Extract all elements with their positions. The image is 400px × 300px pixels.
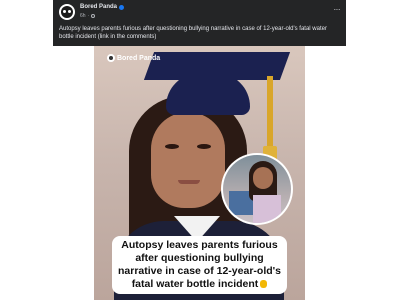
inset-shirt bbox=[253, 195, 281, 223]
post-meta: 6h · bbox=[80, 13, 96, 19]
bored-panda-logo-icon bbox=[107, 54, 115, 62]
watermark-text: Bored Panda bbox=[117, 54, 161, 62]
mouth bbox=[178, 180, 200, 184]
inset-photo bbox=[221, 153, 293, 225]
post-header: Bored Panda 6h · ··· Autopsy leaves pare… bbox=[53, 0, 346, 46]
inset-face bbox=[253, 167, 273, 189]
headline-text: Autopsy leaves parents furious after que… bbox=[118, 239, 281, 290]
page-name-link[interactable]: Bored Panda bbox=[80, 4, 117, 10]
globe-icon bbox=[91, 14, 96, 18]
panda-logo-icon bbox=[61, 6, 73, 18]
left-eye bbox=[165, 144, 179, 149]
inset-photo-content bbox=[223, 155, 291, 223]
more-options-icon[interactable]: ··· bbox=[334, 5, 341, 14]
post-image[interactable]: Bored Panda Autopsy leaves parents furio… bbox=[94, 46, 305, 300]
watermark: Bored Panda bbox=[107, 54, 160, 62]
page-name-row: Bored Panda bbox=[80, 4, 125, 10]
right-eye bbox=[197, 144, 211, 149]
portrait-face bbox=[151, 112, 225, 208]
post-time[interactable]: 6h bbox=[80, 13, 86, 19]
post-caption: Autopsy leaves parents furious after que… bbox=[59, 26, 327, 40]
headline-card: Autopsy leaves parents furious after que… bbox=[112, 236, 287, 294]
pointing-down-emoji-icon bbox=[260, 280, 268, 289]
verified-badge-icon bbox=[119, 4, 125, 10]
page-avatar[interactable] bbox=[59, 4, 75, 20]
headline-text-wrap: Autopsy leaves parents furious after que… bbox=[118, 239, 281, 291]
right-background bbox=[346, 0, 400, 46]
